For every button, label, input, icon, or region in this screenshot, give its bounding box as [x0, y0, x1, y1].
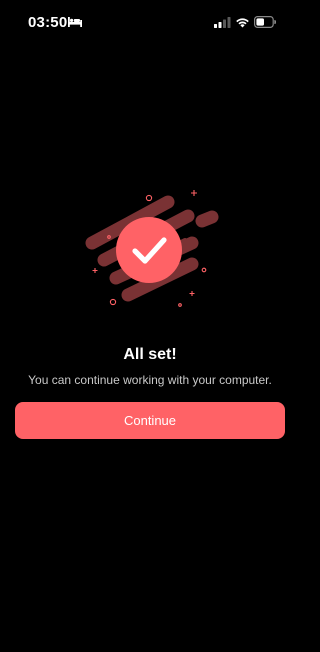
status-time: 03:50 [28, 14, 68, 31]
cellular-signal-icon [214, 17, 231, 28]
page-subtitle: You can continue working with your compu… [28, 373, 272, 387]
status-bar: 03:50 [0, 0, 300, 46]
page-title: All set! [123, 346, 177, 363]
check-badge [116, 217, 182, 283]
bed-icon [68, 17, 82, 27]
success-illustration [85, 190, 219, 307]
wifi-icon [236, 18, 249, 28]
battery-icon [254, 16, 276, 28]
continue-button[interactable]: Continue [15, 402, 285, 439]
